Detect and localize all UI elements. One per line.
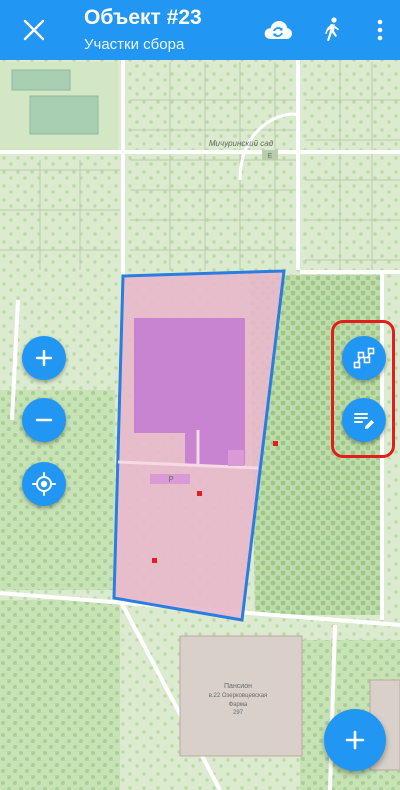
garden-marker-label: Е bbox=[268, 153, 273, 160]
more-menu-button[interactable] bbox=[364, 14, 396, 46]
polygon-edit-icon bbox=[353, 347, 375, 369]
building-number-label: 297 bbox=[233, 710, 244, 716]
walk-mode-button[interactable] bbox=[316, 14, 348, 46]
add-button[interactable] bbox=[324, 709, 386, 771]
sync-button[interactable] bbox=[262, 14, 294, 46]
my-location-icon bbox=[32, 472, 56, 496]
point-marker[interactable] bbox=[273, 441, 278, 446]
minus-icon bbox=[35, 418, 53, 422]
point-marker[interactable] bbox=[152, 558, 157, 563]
building-extra-label: Фарма bbox=[229, 702, 248, 708]
app-bar: Объект #23 Участки сбора bbox=[0, 0, 400, 60]
forest-area bbox=[0, 600, 120, 790]
more-vertical-icon bbox=[377, 19, 383, 41]
plot-small-building bbox=[228, 450, 244, 466]
edit-attributes-button[interactable] bbox=[342, 398, 386, 442]
page-subtitle: Участки сбора bbox=[84, 36, 185, 53]
pond bbox=[29, 95, 99, 135]
close-icon bbox=[23, 19, 45, 41]
parking-label: P bbox=[168, 475, 173, 484]
zoom-out-button[interactable] bbox=[22, 398, 66, 442]
pond bbox=[11, 69, 71, 91]
zoom-in-button[interactable] bbox=[22, 336, 66, 380]
my-location-button[interactable] bbox=[22, 462, 66, 506]
walking-person-icon bbox=[325, 17, 339, 41]
plus-icon bbox=[345, 730, 365, 750]
building-address-label: в.22 Озерковцевская bbox=[209, 693, 268, 699]
cloud-sync-icon bbox=[264, 21, 293, 39]
page-title: Объект #23 bbox=[84, 6, 202, 29]
plus-icon bbox=[35, 349, 53, 367]
garden-label: Мичуринский сад bbox=[209, 139, 274, 148]
building-name-label: Пансион bbox=[224, 683, 252, 690]
close-button[interactable] bbox=[16, 12, 52, 48]
point-marker[interactable] bbox=[197, 491, 202, 496]
plot-building bbox=[134, 318, 245, 433]
edit-geometry-button[interactable] bbox=[342, 336, 386, 380]
edit-notes-icon bbox=[354, 413, 374, 429]
